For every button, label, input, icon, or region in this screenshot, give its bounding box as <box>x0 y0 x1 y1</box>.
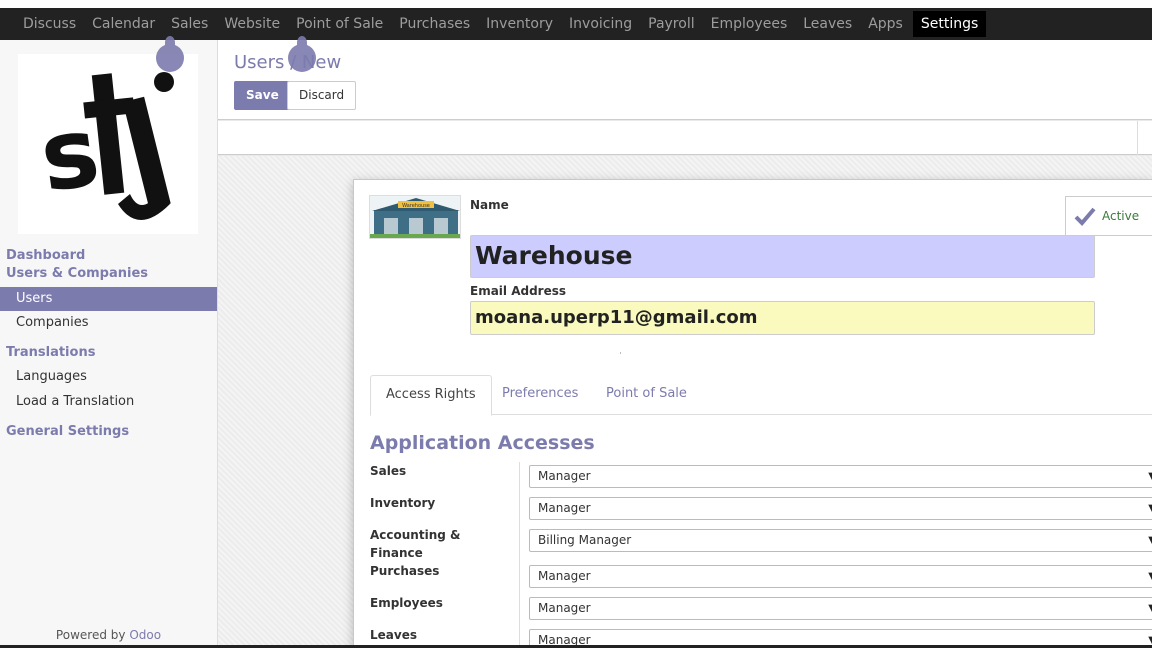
dropdown-arrow-icon: ▼ <box>1148 530 1152 551</box>
email-field[interactable]: moana.uperp11@gmail.com <box>470 301 1095 335</box>
notebook-tabs: Access Rights Preferences Point of Sale <box>370 375 1152 416</box>
menu-payroll[interactable]: Payroll <box>640 11 702 37</box>
cursor-marker <box>156 36 184 72</box>
sidebar-item-languages[interactable]: Languages <box>0 365 217 389</box>
dropdown-arrow-icon: ▼ <box>1148 466 1152 487</box>
email-label: Email Address <box>470 284 567 298</box>
status-bar <box>218 121 1152 155</box>
menu-calendar[interactable]: Calendar <box>84 11 163 37</box>
active-toggle-button[interactable]: Active <box>1065 196 1152 236</box>
control-panel: Users / New Save Discard <box>218 40 1152 120</box>
warehouse-image-icon: Warehouse <box>370 196 460 238</box>
menu-website[interactable]: Website <box>216 11 288 37</box>
access-label-leaves: Leaves <box>370 628 417 642</box>
cursor-marker <box>288 36 316 72</box>
access-select-sales[interactable]: Manager ▼ <box>529 465 1152 488</box>
select-value: Manager <box>538 569 591 583</box>
main-content: Users / New Save Discard Warehouse Name … <box>218 40 1152 648</box>
section-title: Application Accesses <box>370 432 595 454</box>
menu-invoicing[interactable]: Invoicing <box>561 11 640 37</box>
access-label-sales: Sales <box>370 464 407 478</box>
active-label: Active <box>1102 209 1140 223</box>
access-label-accounting: Accounting & Finance <box>370 528 461 560</box>
sidebar-dashboard[interactable]: Dashboard <box>6 248 85 263</box>
sidebar: s Dashboard Users & Companies Users Comp… <box>0 40 218 648</box>
access-select-purchases[interactable]: Manager ▼ <box>529 565 1152 588</box>
sidebar-item-users[interactable]: Users <box>0 287 217 311</box>
user-avatar[interactable]: Warehouse <box>369 195 461 239</box>
access-select-inventory[interactable]: Manager ▼ <box>529 497 1152 520</box>
access-label-inventory: Inventory <box>370 496 436 510</box>
select-value: Billing Manager <box>538 533 632 547</box>
menu-point-of-sale[interactable]: Point of Sale <box>288 11 391 37</box>
menu-purchases[interactable]: Purchases <box>391 11 478 37</box>
powered-by-text: Powered by <box>55 628 126 642</box>
menu-apps[interactable]: Apps <box>860 11 911 37</box>
menu-settings[interactable]: Settings <box>912 11 987 37</box>
name-field[interactable]: Warehouse <box>470 235 1095 278</box>
sidebar-item-companies[interactable]: Companies <box>0 311 217 335</box>
menu-sales[interactable]: Sales <box>163 11 216 37</box>
save-button[interactable]: Save <box>234 81 291 110</box>
access-select-accounting[interactable]: Billing Manager ▼ <box>529 529 1152 552</box>
odoo-link[interactable]: Odoo <box>129 628 161 642</box>
check-icon <box>1074 206 1096 229</box>
powered-by: Powered by Odoo <box>0 628 217 642</box>
select-value: Manager <box>538 469 591 483</box>
top-strip <box>0 0 1152 8</box>
dropdown-arrow-icon: ▼ <box>1148 598 1152 619</box>
tab-access-rights[interactable]: Access Rights <box>370 375 492 416</box>
column-divider <box>519 462 520 648</box>
tab-preferences[interactable]: Preferences <box>487 375 593 415</box>
access-label-employees: Employees <box>370 596 443 610</box>
status-divider <box>1137 121 1138 155</box>
sidebar-translations[interactable]: Translations <box>6 345 95 360</box>
name-label: Name <box>470 198 509 212</box>
select-value: Manager <box>538 501 591 515</box>
form-sheet: Warehouse Name Warehouse Email Address m… <box>353 179 1152 648</box>
company-logo: s <box>18 54 198 234</box>
menu-employees[interactable]: Employees <box>703 11 796 37</box>
tab-point-of-sale[interactable]: Point of Sale <box>591 375 702 415</box>
sidebar-item-load-translation[interactable]: Load a Translation <box>0 390 217 414</box>
access-select-employees[interactable]: Manager ▼ <box>529 597 1152 620</box>
select-value: Manager <box>538 601 591 615</box>
sidebar-users-companies[interactable]: Users & Companies <box>6 266 148 281</box>
dropdown-arrow-icon: ▼ <box>1148 498 1152 519</box>
discard-button[interactable]: Discard <box>287 81 357 110</box>
divider-dot <box>620 352 621 354</box>
stj-logo-icon: s <box>34 72 174 220</box>
menu-inventory[interactable]: Inventory <box>478 11 561 37</box>
access-label-purchases: Purchases <box>370 564 440 578</box>
top-navbar: Discuss Calendar Sales Website Point of … <box>0 8 1152 40</box>
dropdown-arrow-icon: ▼ <box>1148 566 1152 587</box>
menu-discuss[interactable]: Discuss <box>15 11 84 37</box>
sidebar-general-settings[interactable]: General Settings <box>6 424 129 439</box>
menu-leaves[interactable]: Leaves <box>795 11 860 37</box>
avatar-caption: Warehouse <box>402 203 430 209</box>
